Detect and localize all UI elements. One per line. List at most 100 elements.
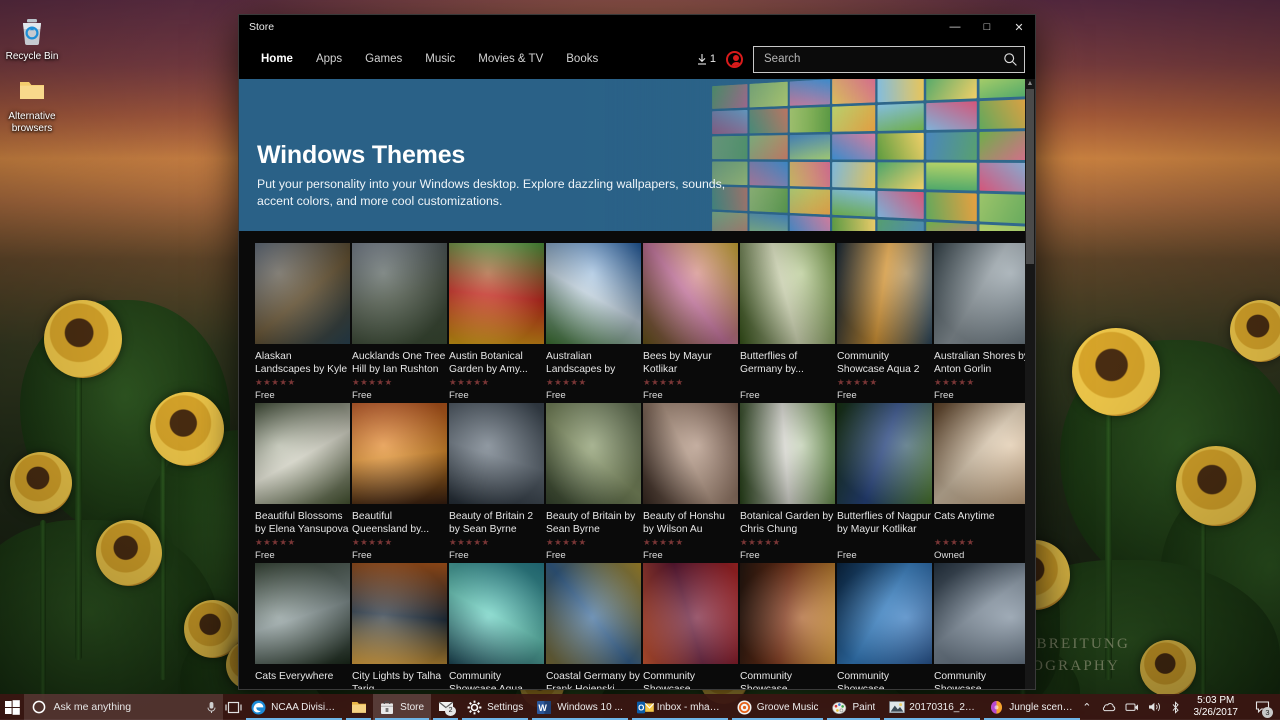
theme-tile[interactable]: Australian Landscapes by Ian... ★★★★★ Free	[546, 243, 641, 401]
cortana-search-box[interactable]: Ask me anything	[24, 694, 223, 720]
clock[interactable]: 5:03 PM 3/26/2017	[1190, 695, 1243, 719]
theme-thumbnail[interactable]	[352, 243, 447, 344]
theme-tile[interactable]: Butterflies of Germany by... Free	[740, 243, 835, 401]
bluetooth-icon[interactable]	[1170, 700, 1181, 714]
theme-thumbnail[interactable]	[255, 243, 350, 344]
theme-tile[interactable]: Community Showcase Dramatic...★★★★★Free	[740, 563, 835, 689]
theme-thumbnail[interactable]	[837, 243, 932, 344]
theme-tile[interactable]: Cats Anytime ★★★★★ Owned	[934, 403, 1029, 561]
theme-thumbnail[interactable]	[643, 243, 738, 344]
theme-thumbnail[interactable]	[546, 243, 641, 344]
theme-thumbnail[interactable]	[740, 243, 835, 344]
rating-stars: ★★★★★	[449, 377, 490, 387]
theme-tile[interactable]: Beautiful Blossoms by Elena Yansupova ★★★…	[255, 403, 350, 561]
search-input[interactable]	[764, 53, 1003, 65]
vertical-scrollbar[interactable]: ▲	[1025, 79, 1035, 689]
task-view-button[interactable]	[223, 694, 245, 720]
theme-tile[interactable]: Beautiful Queensland by... ★★★★★ Free	[352, 403, 447, 561]
theme-tile[interactable]: Beauty of Honshu by Wilson Au ★★★★★ Free	[643, 403, 738, 561]
close-button[interactable]: ✕	[1003, 15, 1035, 39]
theme-tile[interactable]: Australian Shores by Anton Gorlin ★★★★★ Fr…	[934, 243, 1029, 401]
theme-thumbnail[interactable]	[546, 563, 641, 664]
theme-price: Free	[740, 550, 760, 561]
theme-title: Beauty of Honshu by Wilson Au	[643, 511, 725, 535]
theme-tile[interactable]: Bees by Mayur Kotlikar ★★★★★ Free	[643, 243, 738, 401]
theme-thumbnail[interactable]	[449, 243, 544, 344]
theme-thumbnail[interactable]	[352, 403, 447, 504]
theme-thumbnail[interactable]	[740, 403, 835, 504]
windows-logo-icon	[4, 699, 20, 715]
theme-tile[interactable]: Beauty of Britain 2 by Sean Byrne ★★★★★ Fr…	[449, 403, 544, 561]
nav-tab-movies-tv[interactable]: Movies & TV	[468, 47, 553, 71]
taskbar-groove-music[interactable]: Groove Music	[730, 694, 826, 720]
maximize-button[interactable]: □	[971, 15, 1003, 39]
theme-tile[interactable]: Community Showcase Dramatic...★★★★★Free	[643, 563, 738, 689]
theme-tile[interactable]: Cats Everywhere★★★★★Free	[255, 563, 350, 689]
theme-thumbnail[interactable]	[255, 403, 350, 504]
volume-icon[interactable]	[1148, 701, 1161, 713]
theme-tile[interactable]: Community Showcase Everyday...★★★★★Free	[837, 563, 932, 689]
theme-tile[interactable]: Community Showcase Aqua 2 ★★★★★ Free	[837, 243, 932, 401]
theme-thumbnail[interactable]	[449, 563, 544, 664]
minimize-button[interactable]: —	[939, 15, 971, 39]
taskbar-outlook[interactable]: O Inbox - mhac...	[630, 694, 730, 720]
search-box[interactable]	[753, 45, 1025, 73]
theme-thumbnail[interactable]	[449, 403, 544, 504]
nav-tab-home[interactable]: Home	[251, 47, 303, 71]
theme-tile[interactable]: Botanical Garden by Chris Chung ★★★★★ Free	[740, 403, 835, 561]
store-window[interactable]: Store — □ ✕ Home Apps Games Music Movies & T…	[238, 14, 1036, 690]
theme-thumbnail[interactable]	[255, 563, 350, 664]
theme-thumbnail[interactable]	[352, 563, 447, 664]
rating-stars: ★★★★★	[255, 377, 296, 387]
desktop-icon-alternative-browsers[interactable]: Alternative browsers	[1, 72, 63, 134]
theme-thumbnail[interactable]	[546, 403, 641, 504]
theme-title: Aucklands One Tree Hill by Ian Rushton	[352, 351, 446, 375]
taskbar-word[interactable]: W Windows 10 ...	[530, 694, 630, 720]
desktop-icon-recycle-bin[interactable]: Recycle Bin	[1, 12, 63, 63]
theme-thumbnail[interactable]	[934, 403, 1029, 504]
thumbnail-shading	[352, 403, 447, 504]
theme-thumbnail[interactable]	[643, 563, 738, 664]
theme-tile[interactable]: Beauty of Britain by Sean Byrne ★★★★★ Free	[546, 403, 641, 561]
nav-tab-music[interactable]: Music	[415, 47, 465, 71]
taskbar-paint[interactable]: Paint	[825, 694, 882, 720]
downloads-indicator[interactable]: 1	[696, 53, 716, 66]
show-hidden-icons-button[interactable]: ⌃	[1082, 701, 1091, 714]
theme-thumbnail[interactable]	[643, 403, 738, 504]
nav-tab-books[interactable]: Books	[556, 47, 608, 71]
nav-tab-games[interactable]: Games	[355, 47, 412, 71]
theme-thumbnail[interactable]	[740, 563, 835, 664]
theme-tile[interactable]: Community Showcase Everyday...Free	[934, 563, 1029, 689]
taskbar-settings[interactable]: Settings	[460, 694, 530, 720]
photos-icon	[889, 700, 906, 715]
window-title-bar[interactable]: Store — □ ✕	[239, 15, 1035, 39]
theme-thumbnail[interactable]	[837, 563, 932, 664]
hero-banner[interactable]: Windows Themes Put your personality into…	[239, 79, 1035, 231]
network-icon[interactable]	[1125, 701, 1139, 713]
theme-tile[interactable]: Coastal Germany by Frank Hojenski★★★★★Fr…	[546, 563, 641, 689]
taskbar-photo[interactable]: 20170316_21...	[882, 694, 982, 720]
nav-tab-apps[interactable]: Apps	[306, 47, 352, 71]
theme-tile[interactable]: Community Showcase Aqua★★★★★Free	[449, 563, 544, 689]
theme-tile[interactable]: City Lights by Talha Tariq★★★★★Free	[352, 563, 447, 689]
taskbar-jungle-scene[interactable]: Jungle scene ...	[982, 694, 1082, 720]
taskbar-file-explorer[interactable]	[344, 694, 373, 720]
onedrive-icon[interactable]	[1101, 701, 1116, 713]
theme-title: Alaskan Landscapes by Kyle Waters	[255, 351, 348, 375]
start-button[interactable]	[0, 694, 24, 720]
taskbar-edge[interactable]: NCAA Divisio...	[244, 694, 344, 720]
theme-tile[interactable]: Alaskan Landscapes by Kyle Waters ★★★★★ Fr…	[255, 243, 350, 401]
taskbar-store[interactable]: Store	[373, 694, 432, 720]
theme-tile[interactable]: Aucklands One Tree Hill by Ian Rushton ★★…	[352, 243, 447, 401]
theme-tile[interactable]: Austin Botanical Garden by Amy... ★★★★★ Fr…	[449, 243, 544, 401]
taskbar-mail[interactable]: 2	[431, 694, 460, 720]
scrollbar-thumb[interactable]	[1026, 89, 1034, 264]
user-avatar[interactable]	[726, 50, 743, 68]
notifications-button[interactable]: 3	[1251, 694, 1273, 720]
theme-thumbnail[interactable]	[934, 243, 1029, 344]
scroll-up-arrow[interactable]: ▲	[1025, 79, 1035, 89]
theme-thumbnail[interactable]	[934, 563, 1029, 664]
theme-thumbnail[interactable]	[837, 403, 932, 504]
theme-tile[interactable]: Butterflies of Nagpur by Mayur Kotlikar F…	[837, 403, 932, 561]
theme-title: Coastal Germany by Frank Hojenski	[546, 671, 640, 689]
